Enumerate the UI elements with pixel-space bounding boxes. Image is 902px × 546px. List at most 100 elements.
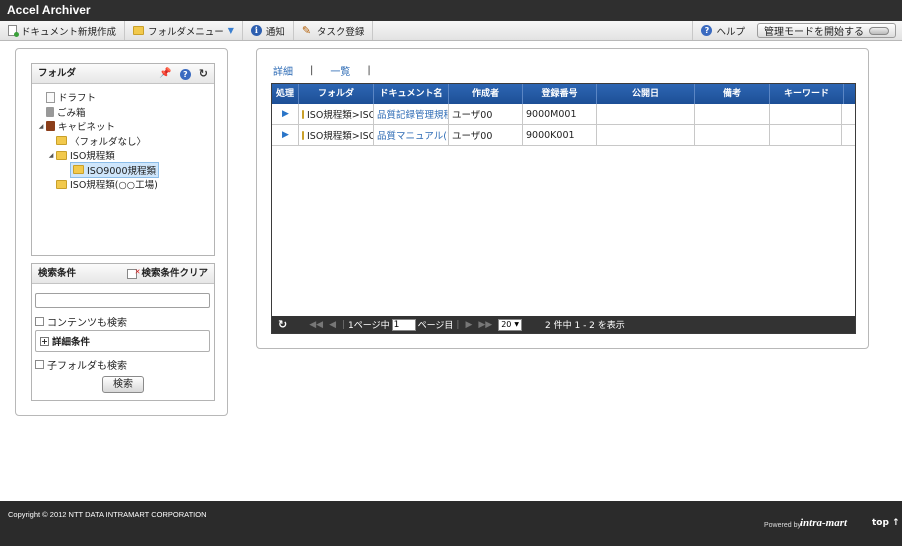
- refresh-icon[interactable]: ↻: [278, 318, 287, 331]
- table-row[interactable]: ▶ ISO規程類>ISO 品質記録管理規程( ユーザ00 9000M001: [272, 104, 855, 125]
- tree-item-iso9000[interactable]: ISO9000規程類: [36, 161, 214, 178]
- copyright-text: Copyright © 2012 NTT DATA INTRAMART CORP…: [8, 510, 207, 519]
- cabinet-icon: [46, 121, 55, 132]
- tree-item-label: ISO規程類(○○工場): [70, 180, 158, 192]
- column-header[interactable]: フォルダ: [299, 84, 374, 104]
- notify-label: 通知: [265, 26, 285, 38]
- document-grid: 処理 フォルダ ドキュメント名 作成者 登録番号 公開日 備考 キーワード ▶ …: [271, 83, 856, 334]
- cell-folder: ISO規程類>ISO: [307, 131, 374, 142]
- clear-conditions-button[interactable]: 検索条件クリア: [127, 262, 208, 284]
- chevron-down-icon: ▼: [227, 26, 234, 35]
- selected-tree-node[interactable]: ISO9000規程類: [70, 161, 159, 178]
- tree-item-draft[interactable]: ドラフト: [36, 90, 214, 105]
- cell-author: ユーザ00: [452, 110, 493, 121]
- content-search-checkbox[interactable]: [35, 317, 44, 326]
- cell-document-name[interactable]: 品質記録管理規程(: [377, 107, 448, 121]
- expand-triangle-icon[interactable]: ◢: [36, 123, 46, 130]
- tree-item-no-folder[interactable]: 〈フォルダなし〉: [36, 134, 214, 149]
- column-header[interactable]: キーワード: [770, 84, 844, 104]
- tree-item-trash[interactable]: ごみ箱: [36, 105, 214, 120]
- tree-item-cabinet[interactable]: ◢ キャビネット: [36, 119, 214, 134]
- play-icon[interactable]: ▶: [282, 130, 289, 140]
- plus-icon: +: [40, 336, 49, 346]
- search-panel-header: 検索条件 検索条件クリア: [32, 262, 214, 284]
- pager-summary: 2 件中 1 - 2 を表示: [545, 321, 625, 331]
- admin-mode-label: 管理モードを開始する: [764, 27, 864, 38]
- subfolder-search-checkbox[interactable]: [35, 360, 44, 369]
- page-size-value: 20: [501, 319, 512, 329]
- pager-bar: ↻ ◀◀ ◀ | 1ページ中 1 ページ目 | ▶ ▶▶ 20 ▼ 2 件中 1…: [272, 316, 855, 333]
- table-row[interactable]: ▶ ISO規程類>ISO 品質マニュアル(1.0 ユーザ00 9000K001: [272, 125, 855, 146]
- view-tabs: 詳細 | 一覧 |: [273, 63, 388, 78]
- admin-mode-button[interactable]: 管理モードを開始する: [757, 23, 896, 38]
- content-search-option[interactable]: コンテンツも検索: [35, 314, 127, 329]
- detail-conditions-label: 詳細条件: [52, 337, 91, 348]
- folder-panel-title: フォルダ: [38, 68, 77, 79]
- tree-item-iso-plant[interactable]: ISO規程類(○○工場): [36, 177, 214, 192]
- page-number-input[interactable]: 1: [391, 318, 416, 331]
- tab-separator: |: [310, 65, 314, 76]
- page-suffix-label: ページ目: [417, 321, 454, 331]
- subfolder-search-option[interactable]: 子フォルダも検索: [35, 357, 127, 372]
- info-icon: i: [250, 25, 262, 36]
- column-header[interactable]: ドキュメント名: [374, 84, 449, 104]
- app-title: Accel Archiver: [0, 0, 902, 21]
- cell-document-name[interactable]: 品質マニュアル(1.0: [377, 128, 448, 142]
- play-icon[interactable]: ▶: [282, 109, 289, 119]
- cell-registration-number: 9000K001: [526, 129, 575, 141]
- page-prefix-label: 1ページ中: [348, 321, 390, 331]
- folder-panel-header: フォルダ 📌 ? ↻: [32, 64, 214, 84]
- chevron-down-icon: ▼: [514, 320, 520, 328]
- grid-header: 処理 フォルダ ドキュメント名 作成者 登録番号 公開日 備考 キーワード: [272, 84, 855, 104]
- search-panel-title: 検索条件: [38, 268, 77, 279]
- trash-icon: [46, 106, 54, 117]
- page-size-select[interactable]: 20 ▼: [498, 318, 523, 331]
- clear-conditions-label: 検索条件クリア: [141, 268, 208, 279]
- subfolder-search-label: 子フォルダも検索: [47, 361, 127, 372]
- brand-logo: intra-mart: [800, 517, 848, 529]
- folder-icon: [302, 130, 304, 140]
- next-page-icon[interactable]: ▶: [465, 320, 472, 330]
- prev-page-icon[interactable]: ◀: [329, 320, 336, 330]
- notify-button[interactable]: i 通知: [243, 21, 294, 40]
- tree-item-label: ISO9000規程類: [87, 165, 156, 177]
- tree-item-iso-docs[interactable]: ◢ ISO規程類: [36, 148, 214, 163]
- tab-detail[interactable]: 詳細: [273, 63, 293, 78]
- document-list-panel: 詳細 | 一覧 | 処理 フォルダ ドキュメント名 作成者 登録番号 公開日 備…: [256, 48, 869, 349]
- task-register-button[interactable]: ✎ タスク登録: [294, 21, 374, 40]
- tab-list[interactable]: 一覧: [330, 63, 350, 78]
- help-icon: ?: [701, 25, 713, 36]
- folder-icon: [73, 165, 84, 175]
- last-page-icon[interactable]: ▶▶: [478, 320, 492, 330]
- folder-tree-panel: フォルダ 📌 ? ↻ ドラフト ごみ箱 ◢ キャビネット 〈フォルダなし〉 ◢ …: [31, 63, 215, 256]
- column-header[interactable]: 備考: [695, 84, 770, 104]
- detail-conditions-toggle[interactable]: + 詳細条件: [35, 330, 210, 352]
- folder-icon: [133, 26, 145, 35]
- expand-triangle-icon[interactable]: ◢: [46, 152, 56, 159]
- help-button[interactable]: ? ヘルプ: [692, 21, 753, 40]
- pin-icon[interactable]: 📌: [159, 64, 171, 84]
- folder-icon: [56, 150, 67, 160]
- search-input[interactable]: [35, 293, 210, 308]
- left-panel: フォルダ 📌 ? ↻ ドラフト ごみ箱 ◢ キャビネット 〈フォルダなし〉 ◢ …: [15, 48, 228, 416]
- first-page-icon[interactable]: ◀◀: [309, 320, 323, 330]
- main-toolbar: ドキュメント新規作成 フォルダメニュー ▼ i 通知 ✎ タスク登録 ? ヘルプ…: [0, 21, 902, 41]
- search-button[interactable]: 検索: [102, 376, 144, 393]
- search-conditions-panel: 検索条件 検索条件クリア コンテンツも検索 + 詳細条件 子フォルダも検索 検索: [31, 262, 215, 401]
- column-header[interactable]: 作成者: [449, 84, 523, 104]
- column-header[interactable]: 登録番号: [523, 84, 597, 104]
- folder-menu-button[interactable]: フォルダメニュー ▼: [125, 21, 243, 40]
- clear-icon: [127, 262, 140, 282]
- tree-item-label: ごみ箱: [57, 107, 86, 119]
- folder-menu-label: フォルダメニュー: [148, 26, 224, 38]
- column-header[interactable]: 公開日: [597, 84, 695, 104]
- help-icon[interactable]: ?: [179, 68, 191, 80]
- back-to-top-link[interactable]: top ↑: [872, 518, 900, 528]
- new-document-button[interactable]: ドキュメント新規作成: [0, 21, 126, 40]
- content-search-label: コンテンツも検索: [47, 318, 127, 329]
- cell-folder: ISO規程類>ISO: [307, 110, 374, 121]
- refresh-icon[interactable]: ↻: [199, 64, 208, 84]
- cell-registration-number: 9000M001: [526, 108, 577, 120]
- column-header[interactable]: 処理: [272, 84, 299, 104]
- cell-author: ユーザ00: [452, 131, 493, 142]
